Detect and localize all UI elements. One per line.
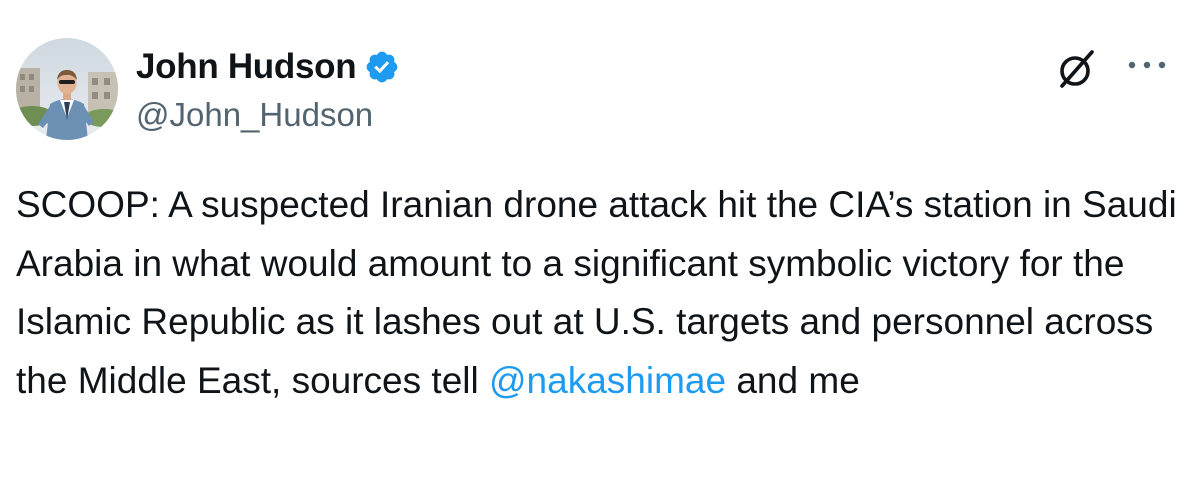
author-handle[interactable]: @John_Hudson — [136, 96, 373, 134]
author-avatar[interactable] — [16, 38, 118, 140]
mention-link[interactable]: @nakashimae — [489, 360, 726, 401]
tweet-card: John Hudson @John_Hudson SCOOP: A suspec… — [0, 0, 1200, 488]
grok-icon[interactable] — [1052, 44, 1102, 94]
author-name-row: John Hudson — [136, 46, 400, 88]
verified-badge-icon[interactable] — [364, 49, 400, 85]
author-display-name[interactable]: John Hudson — [136, 47, 357, 87]
more-options-icon[interactable] — [1122, 50, 1172, 80]
tweet-text: SCOOP: A suspected Iranian drone attack … — [16, 176, 1184, 410]
avatar-photo — [16, 38, 118, 140]
tweet-text-tail: and me — [726, 359, 860, 401]
